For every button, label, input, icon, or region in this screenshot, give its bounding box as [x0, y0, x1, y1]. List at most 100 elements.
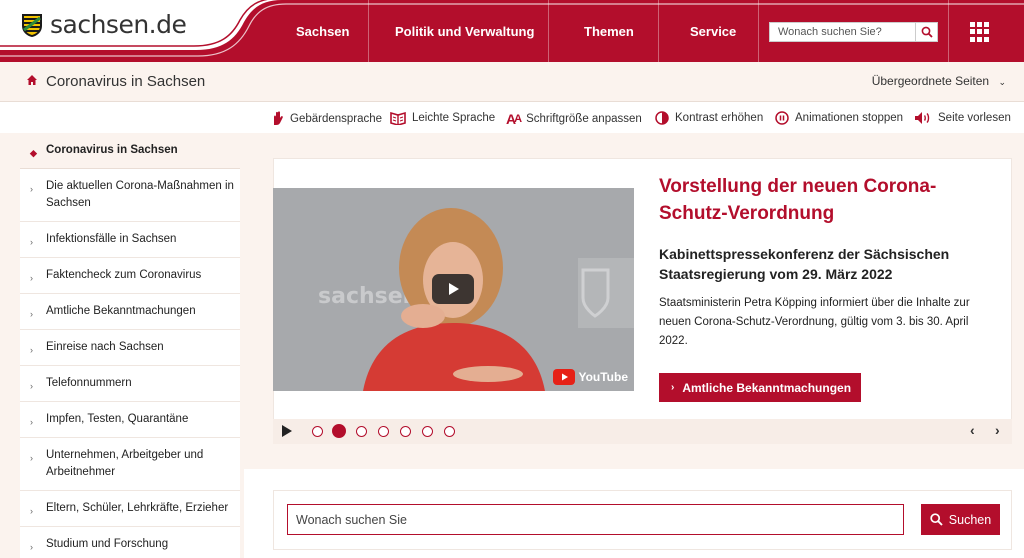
sidebar-item-massnahmen[interactable]: › Die aktuellen Corona-Maßnahmen in Sachs…	[20, 169, 240, 222]
sidebar-item-label: Amtliche Bekanntmachungen	[46, 305, 196, 317]
nav-politik-verwaltung[interactable]: Politik und Verwaltung	[395, 24, 534, 39]
sidebar-nav: ◆ Coronavirus in Sachsen › Die aktuellen C…	[20, 133, 240, 558]
bullet-icon: ›	[30, 453, 33, 463]
a11y-read-aloud[interactable]: Seite vorlesen	[914, 111, 1011, 125]
slider-dot-5[interactable]	[400, 426, 411, 437]
a11y-label: Gebärdensprache	[290, 112, 383, 125]
bullet-icon: ›	[30, 417, 33, 427]
sidebar-item-label: Einreise nach Sachsen	[46, 341, 164, 353]
nav-service[interactable]: Service	[690, 24, 736, 39]
bullet-icon: ›	[30, 345, 33, 355]
nav-themen[interactable]: Themen	[584, 24, 634, 39]
nav-divider	[548, 0, 549, 62]
slide-cta-button[interactable]: › Amtliche Bekanntmachungen	[659, 373, 861, 402]
sidebar-item-impfen[interactable]: › Impfen, Testen, Quarantäne	[20, 402, 240, 438]
sign-language-icon	[271, 111, 284, 126]
sidebar-item-eltern[interactable]: › Eltern, Schüler, Lehrkräfte, Erzieher	[20, 491, 240, 527]
sidebar-item-telefonnummern[interactable]: › Telefonnummern	[20, 366, 240, 402]
bullet-icon: ›	[30, 184, 33, 194]
sidebar-item-label: Die aktuellen Corona-Maßnahmen in Sachse…	[46, 180, 234, 209]
slide-cta-label: Amtliche Bekanntmachungen	[682, 380, 852, 395]
search-button-label: Suchen	[948, 512, 992, 527]
sidebar-item-unternehmen[interactable]: › Unternehmen, Arbeitgeber und Arbeitnehm…	[20, 438, 240, 491]
sidebar-item-label: Faktencheck zum Coronavirus	[46, 269, 202, 281]
slider-dot-4[interactable]	[378, 426, 389, 437]
slider-controls: ‹ ›	[273, 419, 1012, 444]
bullet-icon: ›	[30, 237, 33, 247]
home-icon[interactable]	[26, 74, 38, 86]
bullet-icon: ◆	[30, 148, 37, 158]
play-icon	[449, 283, 459, 295]
search-icon	[930, 513, 943, 526]
youtube-logo[interactable]: YouTube	[553, 369, 628, 385]
accessibility-bar: Gebärdensprache Leichte Sprache AA Schri…	[0, 103, 1024, 133]
contrast-icon	[655, 111, 669, 125]
bullet-icon: ›	[30, 542, 33, 552]
header-search-button[interactable]	[916, 22, 938, 42]
slider-dot-3[interactable]	[356, 426, 367, 437]
font-size-icon: AA	[506, 111, 522, 127]
chevron-right-icon: ›	[671, 382, 675, 393]
sidebar-item-faktencheck[interactable]: › Faktencheck zum Coronavirus	[20, 258, 240, 294]
nav-divider	[368, 0, 369, 62]
sidebar-item-label: Infektionsfälle in Sachsen	[46, 233, 177, 245]
a11y-easy-language[interactable]: Leichte Sprache	[390, 111, 495, 125]
slider-next-icon[interactable]: ›	[995, 422, 1000, 438]
chevron-down-icon: ⌄	[998, 77, 1006, 87]
video-play-button[interactable]	[432, 274, 474, 304]
youtube-label: YouTube	[578, 370, 628, 384]
a11y-label: Leichte Sprache	[412, 112, 496, 124]
sidebar-item-infektionsfaelle[interactable]: › Infektionsfälle in Sachsen	[20, 222, 240, 258]
nav-divider	[948, 0, 949, 62]
slide-description: Staatsministerin Petra Köpping informier…	[659, 297, 970, 347]
pause-icon	[775, 111, 789, 125]
bullet-icon: ›	[30, 309, 33, 319]
sidebar-item-studium[interactable]: › Studium und Forschung	[20, 527, 240, 558]
speaker-icon	[914, 111, 932, 125]
saxony-crest-icon	[22, 13, 42, 37]
logo-text: sachsen.de	[50, 10, 187, 39]
easy-read-icon	[390, 111, 406, 125]
slide-subtitle: Kabinettspressekonferenz der Sächsischen…	[659, 246, 950, 282]
slider-prev-icon[interactable]: ‹	[970, 422, 975, 438]
sidebar-item-label: Coronavirus in Sachsen	[46, 144, 178, 156]
sidebar-item-label: Telefonnummern	[46, 377, 132, 389]
site-logo[interactable]: sachsen.de	[20, 10, 187, 39]
slider-dot-2[interactable]	[332, 424, 346, 438]
slider-dot-1[interactable]	[312, 426, 323, 437]
nav-sachsen[interactable]: Sachsen	[296, 24, 349, 39]
nav-divider	[758, 0, 759, 62]
header-search-input[interactable]: Wonach suchen Sie?	[769, 22, 916, 42]
nav-divider	[658, 0, 659, 62]
slider-dot-7[interactable]	[444, 426, 455, 437]
a11y-label: Schriftgröße anpassen	[526, 113, 642, 125]
a11y-sign-language[interactable]: Gebärdensprache	[271, 111, 382, 126]
bullet-icon: ›	[30, 506, 33, 516]
main-search-input[interactable]: Wonach suchen Sie	[287, 504, 904, 535]
bullet-icon: ›	[30, 381, 33, 391]
sidebar: ◆ Coronavirus in Sachsen › Die aktuellen C…	[0, 133, 244, 558]
sidebar-item-label: Impfen, Testen, Quarantäne	[46, 413, 189, 425]
slider-play-icon[interactable]	[281, 424, 293, 438]
video-player[interactable]: sachsen YouTube	[273, 188, 634, 391]
apps-grid-icon[interactable]	[970, 22, 990, 42]
a11y-contrast[interactable]: Kontrast erhöhen	[655, 111, 763, 125]
main-search-button[interactable]: Suchen	[921, 504, 1000, 535]
top-header: sachsen.de Sachsen Politik und Verwaltun…	[0, 0, 1024, 62]
sidebar-item-bekanntmachungen[interactable]: › Amtliche Bekanntmachungen	[20, 294, 240, 330]
sidebar-item-label: Eltern, Schüler, Lehrkräfte, Erzieher	[46, 502, 229, 514]
parent-pages-dropdown[interactable]: Übergeordnete Seiten ⌄	[872, 74, 1006, 88]
sidebar-item-coronavirus[interactable]: ◆ Coronavirus in Sachsen	[20, 133, 240, 169]
section-bar: Coronavirus in Sachsen Übergeordnete Sei…	[0, 62, 1024, 102]
a11y-label: Seite vorlesen	[938, 112, 1011, 124]
sidebar-item-label: Studium und Forschung	[46, 538, 169, 550]
sidebar-item-einreise[interactable]: › Einreise nach Sachsen	[20, 330, 240, 366]
sidebar-item-label: Unternehmen, Arbeitgeber und Arbeitnehme…	[46, 449, 204, 478]
slider-dot-6[interactable]	[422, 426, 433, 437]
a11y-label: Kontrast erhöhen	[675, 112, 764, 124]
a11y-font-size[interactable]: AA Schriftgröße anpassen	[506, 111, 642, 127]
search-icon	[921, 26, 933, 38]
slide-title[interactable]: Vorstellung der neuen Corona-Schutz-Vero…	[659, 173, 1004, 227]
a11y-stop-animations[interactable]: Animationen stoppen	[775, 111, 903, 125]
a11y-label: Animationen stoppen	[795, 112, 904, 124]
